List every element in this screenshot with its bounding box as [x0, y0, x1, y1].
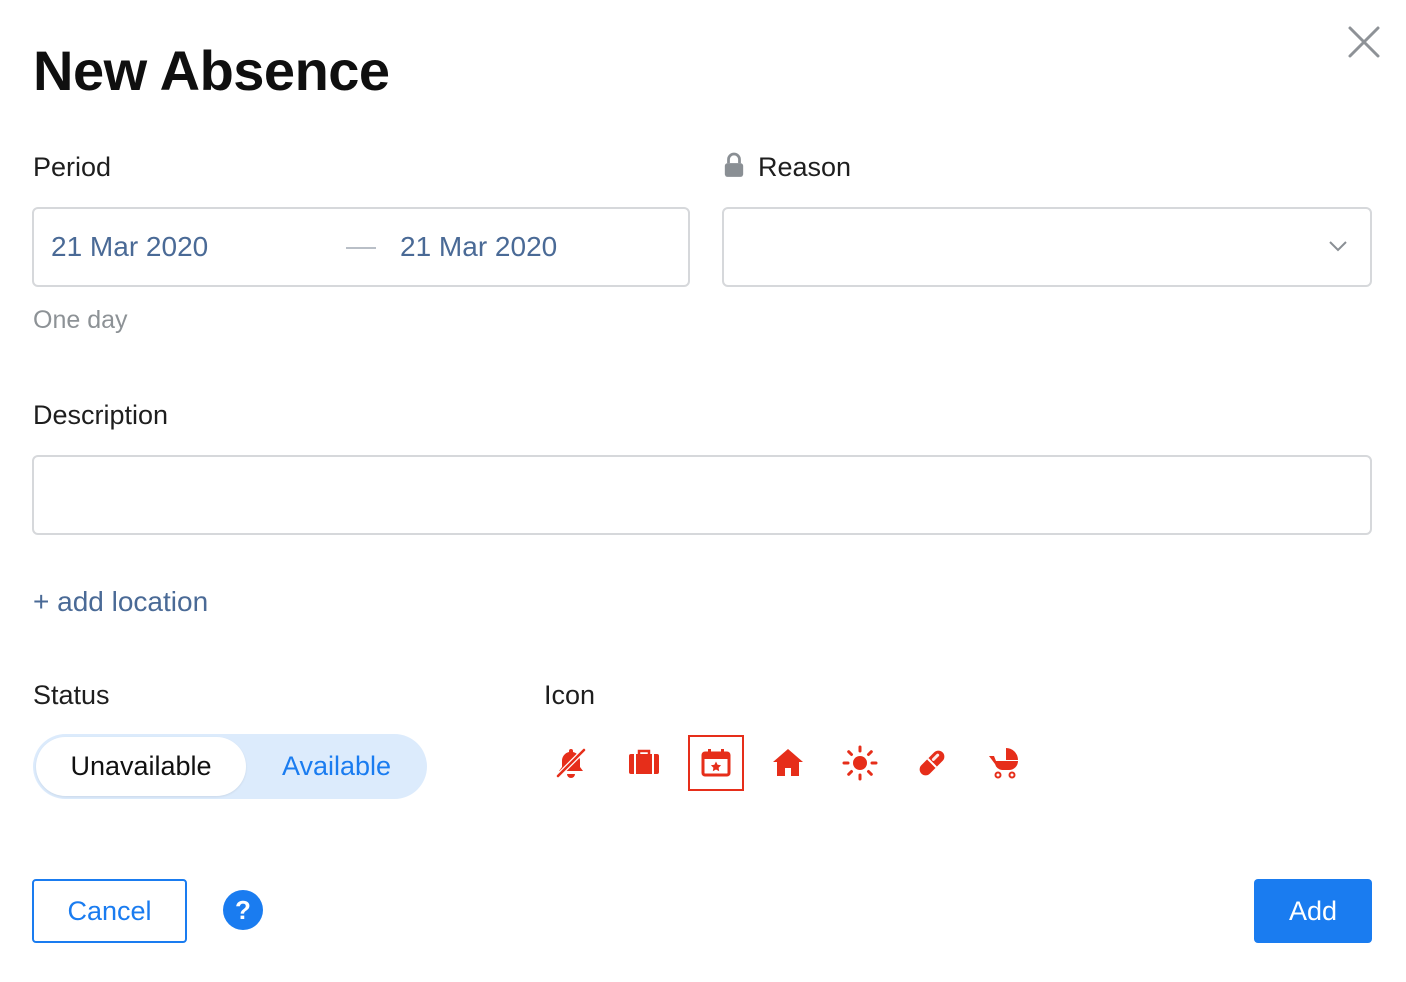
- reason-select[interactable]: [722, 207, 1372, 287]
- period-duration-hint: One day: [33, 306, 128, 334]
- suitcase-icon[interactable]: [616, 735, 672, 791]
- period-label: Period: [33, 152, 112, 182]
- icon-label: Icon: [544, 680, 596, 710]
- description-input[interactable]: [32, 455, 1372, 535]
- sun-icon[interactable]: [832, 735, 888, 791]
- reason-lock-icon: [723, 152, 745, 183]
- reason-label: Reason: [758, 152, 852, 182]
- help-icon[interactable]: ?: [223, 890, 263, 930]
- period-field[interactable]: 21 Mar 2020 21 Mar 2020: [32, 207, 690, 287]
- status-option-unavailable[interactable]: Unavailable: [36, 737, 246, 796]
- status-label: Status: [33, 680, 110, 710]
- add-button[interactable]: Add: [1254, 879, 1372, 943]
- close-icon[interactable]: [1346, 24, 1382, 60]
- status-option-available[interactable]: Available: [249, 737, 424, 796]
- pill-icon[interactable]: [904, 735, 960, 791]
- baby-carriage-icon[interactable]: [976, 735, 1032, 791]
- chevron-down-icon: [1328, 239, 1348, 253]
- dialog-title: New Absence: [33, 39, 390, 102]
- period-separator: [346, 247, 376, 249]
- add-location-link[interactable]: + add location: [33, 586, 208, 618]
- cancel-button[interactable]: Cancel: [32, 879, 187, 943]
- calendar-star-icon[interactable]: [688, 735, 744, 791]
- home-icon[interactable]: [760, 735, 816, 791]
- description-label: Description: [33, 400, 169, 430]
- period-end-date[interactable]: 21 Mar 2020: [400, 231, 557, 263]
- status-toggle: Unavailable Available: [33, 734, 427, 799]
- bell-slash-icon[interactable]: [543, 735, 599, 791]
- period-start-date[interactable]: 21 Mar 2020: [51, 231, 208, 263]
